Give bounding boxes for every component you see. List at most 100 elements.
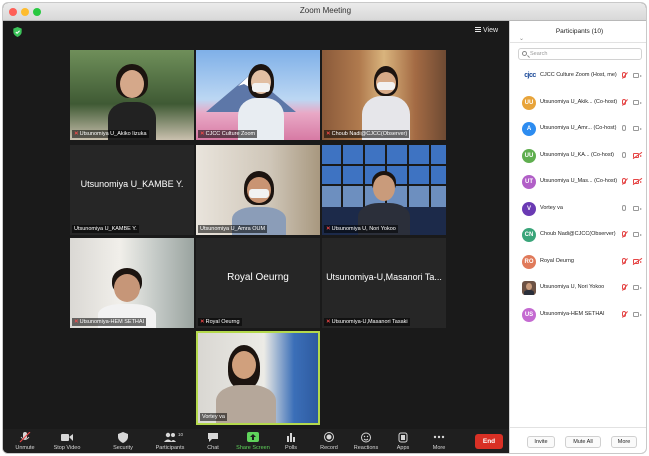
video-icon[interactable] <box>633 73 642 78</box>
video-tile[interactable]: ⨯Utsunomiya U, Nori Yokoo <box>322 145 446 235</box>
chevron-down-icon[interactable]: ⌄ <box>519 28 524 50</box>
tile-big-name: Utsunomiya U_KAMBE Y. <box>80 179 184 189</box>
end-meeting-button[interactable]: End <box>475 434 503 449</box>
mic-off-icon[interactable] <box>622 178 626 184</box>
video-tile[interactable]: Royal Oeurng ⨯Royal Oeurng <box>196 238 320 328</box>
participants-panel-title: Participants (10) <box>555 28 604 35</box>
security-button[interactable]: Security <box>103 432 143 451</box>
participant-row[interactable]: A Utsunomiya U_Amr... (Co-host) <box>510 119 646 139</box>
video-icon[interactable] <box>633 232 642 237</box>
participant-face <box>120 70 144 98</box>
participant-avatar: UU <box>522 95 536 110</box>
participant-status-icons <box>622 283 644 293</box>
mic-off-icon[interactable] <box>622 257 626 264</box>
record-button[interactable]: Record <box>309 432 349 451</box>
video-tile[interactable]: ⨯CJCC Culture Zoom <box>196 50 320 140</box>
chat-button[interactable]: Chat <box>193 432 233 451</box>
more-label: More <box>432 445 446 451</box>
video-tile[interactable]: ⨯Choub Nadi@CJCC(Observer) <box>322 50 446 140</box>
video-tile[interactable]: Utsunomiya U_KAMBE Y. Utsunomiya U_KAMBE… <box>70 145 194 235</box>
participant-status-icons <box>622 257 644 267</box>
participant-name: Utsunomiya U_KA... (Co-host) <box>540 151 614 158</box>
unmute-button[interactable]: Unmute <box>5 432 45 451</box>
muted-mic-icon: ⨯ <box>326 319 331 325</box>
participant-row[interactable]: cjcc CJCC Culture Zoom (Host, me) <box>510 66 646 86</box>
mic-off-icon[interactable] <box>622 98 626 105</box>
more-options-button[interactable]: More <box>611 436 637 448</box>
video-icon[interactable] <box>633 126 642 131</box>
video-tile[interactable]: Utsunomiya U_Amra OUM <box>196 145 320 235</box>
stop-video-label: Stop Video <box>53 445 81 451</box>
mic-off-icon[interactable] <box>622 231 626 237</box>
participants-icon <box>164 432 176 442</box>
apps-button[interactable]: Apps <box>383 432 423 451</box>
participant-row[interactable]: UU Utsunomiya U_Akik... (Co-host) <box>510 93 646 113</box>
mic-icon[interactable] <box>622 204 626 211</box>
tile-name-label: ⨯CJCC Culture Zoom <box>198 130 258 138</box>
video-icon[interactable] <box>633 285 642 290</box>
video-off-icon[interactable] <box>633 258 642 264</box>
mic-off-icon[interactable] <box>622 284 626 290</box>
tile-big-name: Utsunomiya-U,Masanori Ta... <box>326 272 442 282</box>
participant-status-icons <box>622 151 644 161</box>
shield-icon[interactable] <box>13 27 22 37</box>
participant-avatar: cjcc <box>524 72 536 79</box>
share-screen-button[interactable]: Share Screen <box>231 432 275 451</box>
video-off-icon[interactable] <box>633 179 642 184</box>
window-title: Zoom Meeting <box>299 6 352 15</box>
muted-mic-icon: ⨯ <box>326 226 331 232</box>
participant-row[interactable]: CN Choub Nadi@CJCC(Observer) <box>510 225 646 245</box>
participant-row[interactable]: V Vortey va <box>510 199 646 219</box>
participants-count: 10 <box>178 432 184 437</box>
invite-button[interactable]: Invite <box>527 436 555 448</box>
mute-all-button[interactable]: Mute All <box>565 436 601 448</box>
mic-off-icon <box>19 432 31 443</box>
mic-off-icon[interactable] <box>622 72 626 78</box>
polls-label: Polls <box>285 445 297 451</box>
participant-row[interactable]: RO Royal Oeurng <box>510 252 646 272</box>
reactions-button[interactable]: Reactions <box>346 432 386 451</box>
reactions-label: Reactions <box>353 445 379 451</box>
muted-mic-icon: ⨯ <box>74 131 79 137</box>
view-button[interactable]: View <box>475 27 498 34</box>
zoom-window: Zoom Meeting View ⨯Utsunomiya U_Akiko Ii… <box>2 2 647 454</box>
participants-button[interactable]: Participants 10 <box>147 432 193 451</box>
stop-video-button[interactable]: Stop Video <box>47 432 87 451</box>
tile-big-name: Royal Oeurng <box>227 272 289 283</box>
chat-label: Chat <box>207 445 219 451</box>
more-button[interactable]: More <box>419 432 459 451</box>
video-tile-active-speaker[interactable]: Vortey va <box>196 331 320 425</box>
participant-avatar <box>522 281 536 295</box>
participant-status-icons <box>622 310 644 320</box>
tile-name-label: Vortey va <box>200 413 227 421</box>
record-label: Record <box>320 445 338 451</box>
participant-row[interactable]: UT Utsunomiya U_Mas... (Co-host) <box>510 172 646 192</box>
participant-name: Utsunomiya U_Akik... (Co-host) <box>540 98 618 105</box>
participant-name: Utsunomiya U_Mas... (Co-host) <box>540 178 618 184</box>
apps-label: Apps <box>396 445 410 451</box>
mic-off-icon[interactable] <box>622 310 626 317</box>
participant-row[interactable]: Utsunomiya U, Nori Yokoo <box>510 278 646 298</box>
video-icon[interactable] <box>633 311 642 317</box>
video-icon[interactable] <box>633 99 642 105</box>
tile-name-label: ⨯Royal Oeurng <box>198 318 242 326</box>
muted-mic-icon: ⨯ <box>200 319 205 325</box>
view-label: View <box>483 27 499 34</box>
video-tile[interactable]: ⨯Utsunomiya U_Akiko Iizuka <box>70 50 194 140</box>
mic-icon[interactable] <box>622 151 626 158</box>
participant-name: CJCC Culture Zoom (Host, me) <box>540 72 617 78</box>
participant-name: Utsunomiya U_Amr... (Co-host) <box>540 125 617 131</box>
polls-button[interactable]: Polls <box>271 432 311 451</box>
video-tile[interactable]: ⨯Utsunomiya-HEM SETHAI <box>70 238 194 328</box>
participant-status-icons <box>622 71 644 81</box>
mic-icon[interactable] <box>622 125 626 131</box>
participant-status-icons <box>622 124 644 134</box>
participant-search-input[interactable]: Search <box>518 48 642 60</box>
share-screen-label: Share Screen <box>236 445 270 451</box>
video-icon[interactable] <box>633 205 642 211</box>
participant-row[interactable]: US Utsunomiya-HEM SETHAI <box>510 305 646 325</box>
reactions-smiley-icon <box>361 432 371 443</box>
video-off-icon[interactable] <box>633 152 642 158</box>
video-tile[interactable]: Utsunomiya-U,Masanori Ta... ⨯Utsunomiya-… <box>322 238 446 328</box>
participant-row[interactable]: UU Utsunomiya U_KA... (Co-host) <box>510 146 646 166</box>
